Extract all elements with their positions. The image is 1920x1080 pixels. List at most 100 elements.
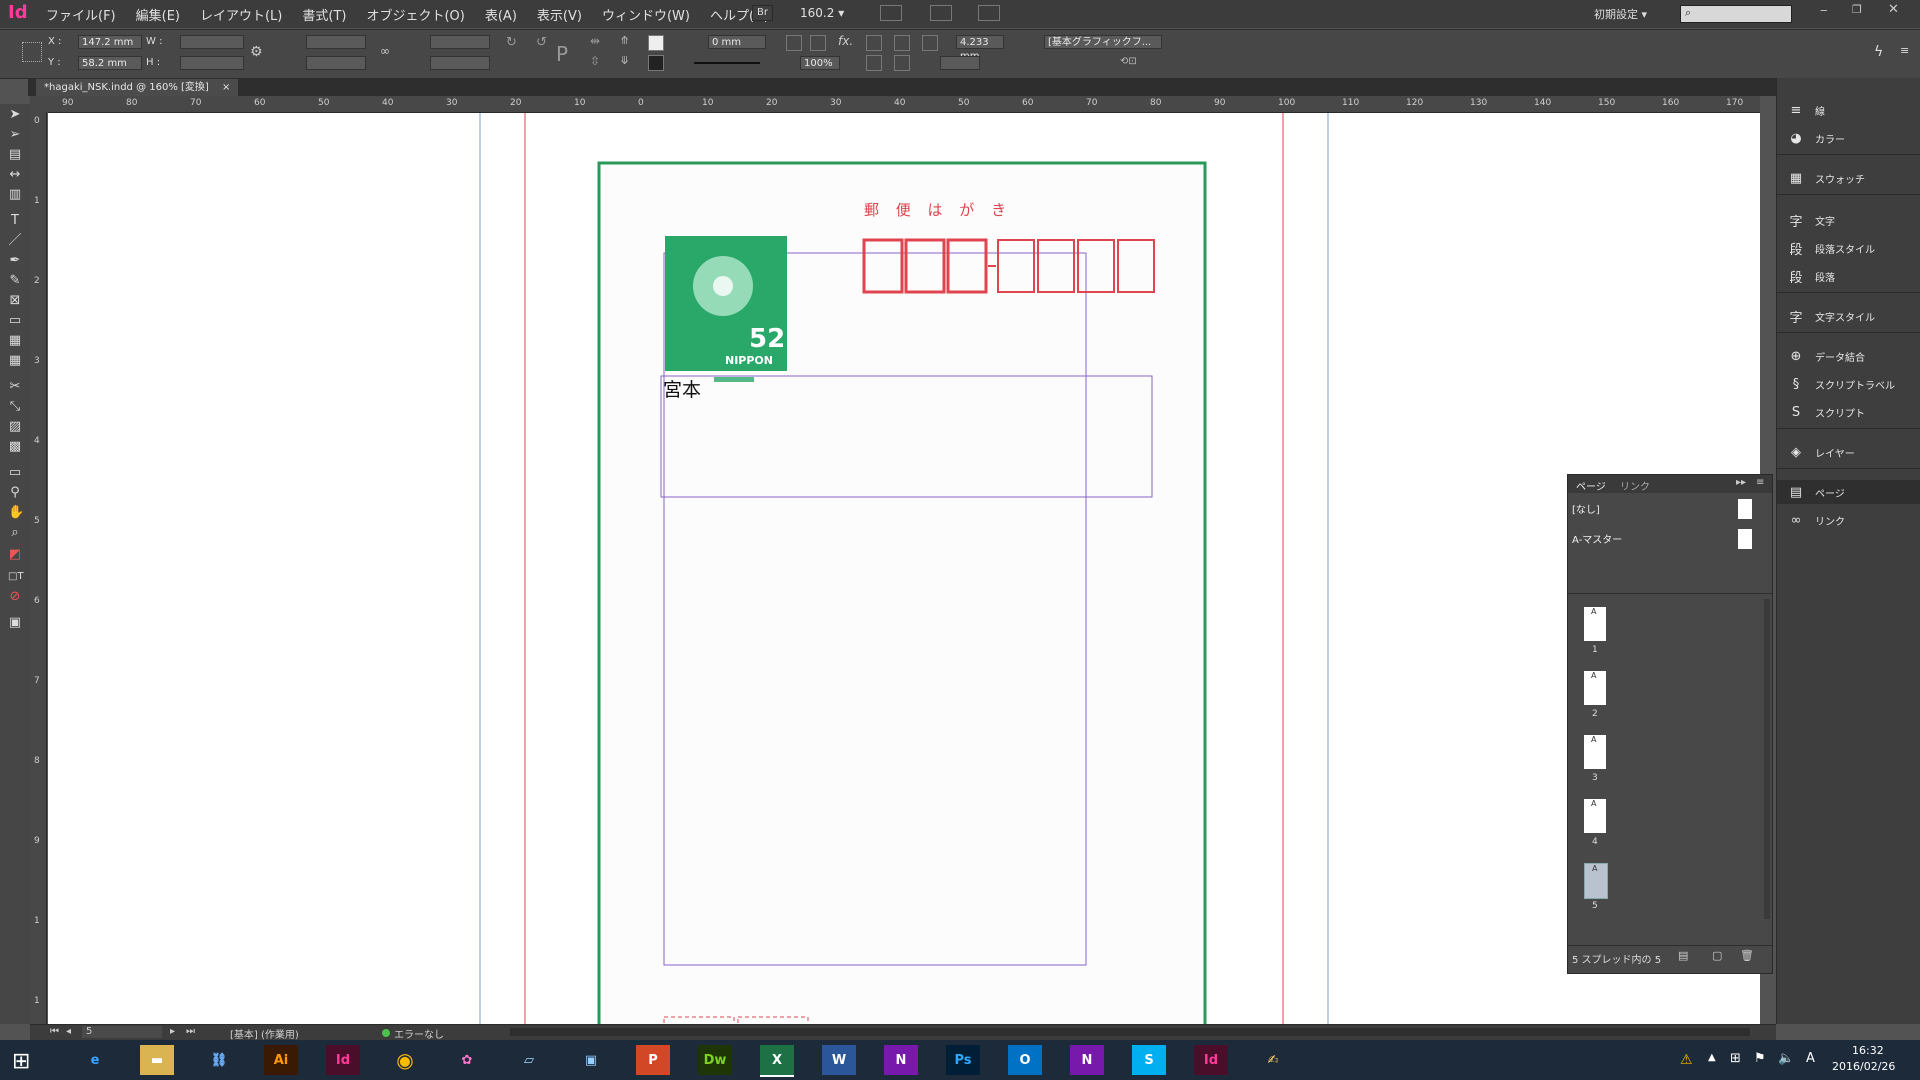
- onenote-2-icon[interactable]: N: [1070, 1045, 1104, 1075]
- new-page-icon[interactable]: ▢: [1712, 949, 1722, 962]
- corner-options-icon[interactable]: [922, 35, 938, 51]
- stroke-type-line[interactable]: [694, 62, 760, 64]
- restore-icon[interactable]: ❐: [1852, 3, 1862, 16]
- tray-expand-icon[interactable]: ▲: [1708, 1052, 1716, 1063]
- stroke-swatch-icon[interactable]: [648, 55, 664, 71]
- vertical-ruler[interactable]: 0 1 2 3 4 5 6 7 8 9 1 1: [30, 112, 47, 1024]
- distribute-icon[interactable]: [866, 55, 882, 71]
- type-tool-icon[interactable]: T: [8, 214, 22, 228]
- x-position-field[interactable]: 147.2 mm: [78, 35, 142, 49]
- preflight-status[interactable]: エラーなし: [394, 1026, 444, 1041]
- panel-menu-icon[interactable]: ≡: [1900, 44, 1909, 57]
- prev-page-icon[interactable]: ◂: [66, 1026, 71, 1037]
- page-thumb-3[interactable]: A: [1584, 735, 1606, 769]
- ime-indicator[interactable]: A: [1806, 1051, 1815, 1066]
- onenote-icon[interactable]: N: [884, 1045, 918, 1075]
- align-icon[interactable]: [866, 35, 882, 51]
- menu-view[interactable]: 表示(V): [537, 5, 582, 24]
- dock-item-scripts[interactable]: S スクリプト: [1777, 400, 1920, 424]
- view-options-icon[interactable]: [880, 5, 902, 21]
- gap-tool-icon[interactable]: ↔: [8, 168, 22, 182]
- menu-edit[interactable]: 編集(E): [136, 5, 180, 24]
- menu-object[interactable]: オブジェクト(O): [366, 5, 464, 24]
- link-icon[interactable]: ∞: [380, 44, 390, 58]
- dock-item-paragraph[interactable]: 段段落: [1777, 264, 1920, 288]
- close-icon[interactable]: ✕: [1888, 2, 1899, 17]
- note-tool-icon[interactable]: ▭: [8, 466, 22, 480]
- clock-date[interactable]: 2016/02/26: [1832, 1060, 1895, 1073]
- constrain-proportions-icon[interactable]: ⚙: [250, 44, 263, 60]
- content-collector-icon[interactable]: ▥: [8, 188, 22, 202]
- corner-size-field[interactable]: 4.233 mm: [956, 35, 1004, 62]
- menu-table[interactable]: 表(A): [485, 5, 517, 24]
- grid-tool-icon[interactable]: ▦: [8, 354, 22, 368]
- network-tray-icon[interactable]: ⊞: [1730, 1051, 1741, 1066]
- outlook-icon[interactable]: O: [1008, 1045, 1042, 1075]
- pencil-tool-icon[interactable]: ✎: [8, 274, 22, 288]
- flip-vertical-icon[interactable]: ⇳: [590, 54, 600, 68]
- explorer-icon[interactable]: ▬: [140, 1045, 174, 1075]
- dock-item-character-styles[interactable]: 字文字スタイル: [1777, 304, 1920, 328]
- select-content-icon[interactable]: ⤋: [620, 54, 629, 67]
- windows-start-icon[interactable]: ⊞: [12, 1049, 30, 1074]
- dock-item-stroke[interactable]: ≡ 線: [1777, 98, 1920, 122]
- first-page-icon[interactable]: ⏮: [50, 1026, 59, 1037]
- misc-icon[interactable]: ✍: [1256, 1045, 1290, 1075]
- dock-item-layers[interactable]: ◈ レイヤー: [1777, 440, 1920, 464]
- clock-time[interactable]: 16:32: [1852, 1044, 1884, 1057]
- gradient-feather-tool-icon[interactable]: ▩: [8, 440, 22, 454]
- y-position-field[interactable]: 58.2 mm: [78, 56, 142, 70]
- panel-menu-icon[interactable]: ≡: [1756, 477, 1764, 488]
- remote-icon[interactable]: ▣: [574, 1045, 608, 1075]
- scale-y-field[interactable]: [306, 56, 366, 70]
- rectangle-tool-icon[interactable]: ▭: [8, 314, 22, 328]
- dreamweaver-icon[interactable]: Dw: [698, 1045, 732, 1075]
- select-container-icon[interactable]: ⤊: [620, 34, 629, 47]
- screen-mode-tool-icon[interactable]: ▣: [8, 616, 22, 630]
- network-icon[interactable]: ⛓: [202, 1045, 236, 1075]
- document-tab[interactable]: *hagaki_NSK.indd @ 160% [変換] ×: [36, 79, 239, 96]
- master-none-thumb[interactable]: [1738, 499, 1752, 519]
- flip-horizontal-icon[interactable]: ⇹: [590, 34, 600, 48]
- master-a[interactable]: A-マスター: [1572, 531, 1622, 546]
- menu-file[interactable]: ファイル(F): [46, 5, 116, 24]
- master-a-thumb[interactable]: [1738, 529, 1752, 549]
- apply-none-icon[interactable]: ⊘: [8, 590, 22, 604]
- tab-close-icon[interactable]: ×: [222, 82, 230, 93]
- rotate-cw-icon[interactable]: ↻: [506, 35, 517, 50]
- document-canvas[interactable]: 52 NIPPON 郵 便 は が き 宮本: [48, 113, 1760, 1024]
- dock-item-script-label[interactable]: § スクリプトラベル: [1777, 372, 1920, 396]
- page-tool-icon[interactable]: ▤: [8, 148, 22, 162]
- eyedropper-tool-icon[interactable]: ⚲: [8, 486, 22, 500]
- chrome-icon[interactable]: ◉: [388, 1045, 422, 1075]
- scale-x-field[interactable]: [306, 35, 366, 49]
- clear-overrides-icon[interactable]: ⟲⊡: [1120, 56, 1137, 67]
- corner-shape-field[interactable]: [940, 56, 980, 70]
- pages-scrollbar[interactable]: [1764, 599, 1770, 919]
- height-field[interactable]: [180, 56, 244, 70]
- wrap-icon[interactable]: [894, 35, 910, 51]
- search-input[interactable]: ⌕: [1680, 5, 1792, 23]
- next-page-icon[interactable]: ▸: [170, 1026, 175, 1037]
- lightning-icon[interactable]: ϟ: [1874, 44, 1883, 60]
- shear-field[interactable]: [430, 56, 490, 70]
- horizontal-ruler[interactable]: 90 80 70 60 50 40 30 20 10 0 10 20 30 40 50 60 70 80 90 100…: [48, 96, 1760, 113]
- dock-item-swatches[interactable]: ▦ スウォッチ: [1777, 166, 1920, 190]
- indesign-2-icon[interactable]: Id: [1194, 1045, 1228, 1075]
- selection-tool-icon[interactable]: ➤: [8, 108, 22, 122]
- object-style-dropdown[interactable]: [基本グラフィックフ...: [1044, 35, 1162, 49]
- zoom-level-dropdown[interactable]: 160.2 ▾: [800, 6, 844, 20]
- arrange-documents-icon[interactable]: [978, 5, 1000, 21]
- screen-mode-icon[interactable]: [930, 5, 952, 21]
- photoshop-icon[interactable]: Ps: [946, 1045, 980, 1075]
- frame-fitting-2-icon[interactable]: [810, 35, 826, 51]
- menu-window[interactable]: ウィンドウ(W): [602, 5, 690, 24]
- scissors-tool-icon[interactable]: ✂: [8, 380, 22, 394]
- excel-icon[interactable]: X: [760, 1045, 794, 1077]
- volume-icon[interactable]: 🔈: [1778, 1051, 1794, 1066]
- gradient-swatch-tool-icon[interactable]: ▨: [8, 420, 22, 434]
- menu-type[interactable]: 書式(T): [302, 5, 346, 24]
- frame-fitting-icon[interactable]: [786, 35, 802, 51]
- page-thumb-1[interactable]: A: [1584, 607, 1606, 641]
- reference-point-icon[interactable]: [22, 42, 42, 62]
